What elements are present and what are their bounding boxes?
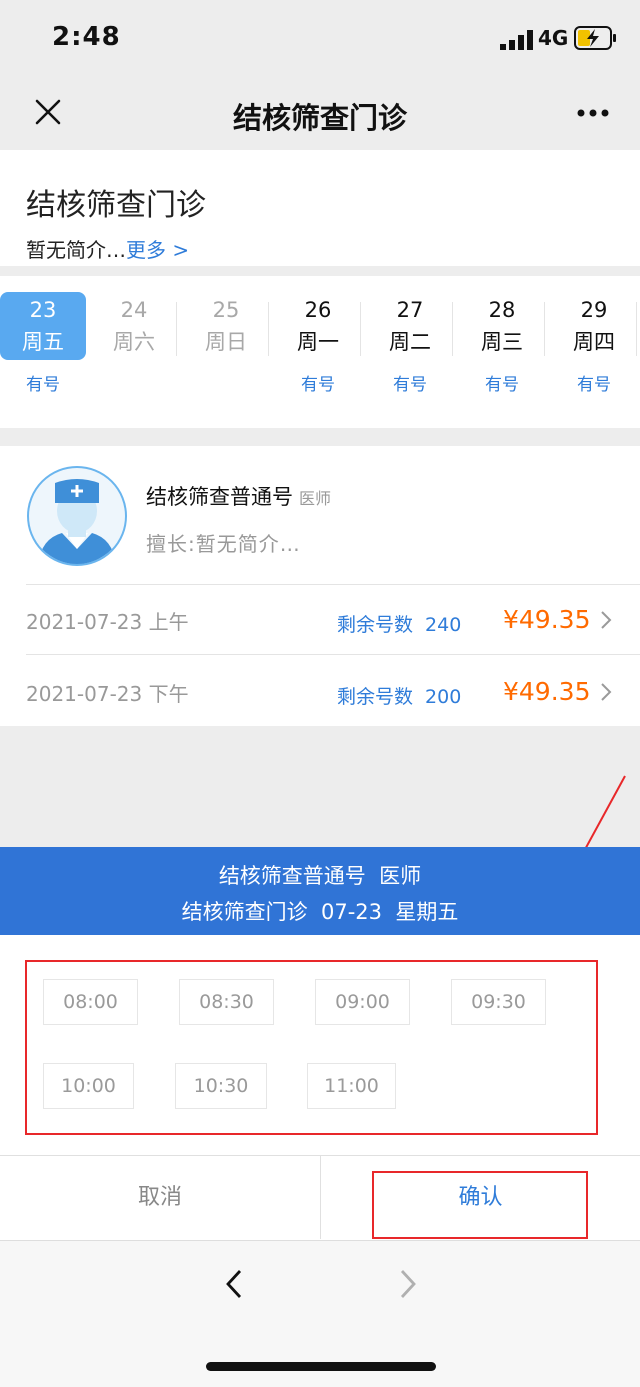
date-weekday: 周三 xyxy=(481,330,523,354)
battery-charging-icon xyxy=(574,26,616,50)
date-weekday: 周六 xyxy=(113,330,155,354)
slot-price: ¥49.35 xyxy=(503,605,591,634)
date-number: 26 xyxy=(304,298,332,322)
doctor-title: 医师 xyxy=(299,489,332,508)
confirm-highlight xyxy=(372,1171,588,1239)
divider xyxy=(268,302,269,356)
availability-label: 有号 xyxy=(577,375,611,395)
sheet-doctor-line: 结核筛查普通号 医师 xyxy=(218,864,422,888)
date-tab[interactable]: 27 周二 xyxy=(367,292,453,360)
back-arrow-icon[interactable] xyxy=(222,1268,246,1300)
slot-remaining-count: 200 xyxy=(425,686,462,708)
date-number: 27 xyxy=(396,298,424,322)
slot-remaining: 剩余号数 200 xyxy=(337,682,461,709)
more-link[interactable]: 更多 > xyxy=(126,238,189,262)
date-tab[interactable]: 28 周三 xyxy=(459,292,545,360)
time-slot-button[interactable]: 08:00 xyxy=(43,979,138,1025)
date-number: 25 xyxy=(212,298,240,322)
date-number: 28 xyxy=(488,298,516,322)
chevron-right-icon[interactable] xyxy=(600,682,612,702)
network-label: 4G xyxy=(538,26,569,50)
slot-remaining-count: 240 xyxy=(425,614,462,636)
page-title: 结核筛查门诊 xyxy=(232,101,407,135)
divider xyxy=(26,584,640,585)
cancel-button[interactable]: 取消 xyxy=(0,1156,320,1239)
date-number: 23 xyxy=(29,298,57,322)
divider xyxy=(452,302,453,356)
home-indicator xyxy=(206,1362,436,1371)
date-number: 29 xyxy=(580,298,608,322)
availability-label: 有号 xyxy=(485,375,519,395)
slot-price: ¥49.35 xyxy=(503,677,591,706)
slot-date[interactable]: 2021-07-23 上午 xyxy=(26,606,189,635)
slot-remaining-label: 剩余号数 xyxy=(337,614,414,636)
divider xyxy=(544,302,545,356)
clinic-intro: 暂无简介…更多 > xyxy=(26,234,189,263)
time-slot-button[interactable]: 09:00 xyxy=(315,979,410,1025)
doctor-avatar-icon xyxy=(27,466,127,566)
divider xyxy=(176,302,177,356)
divider xyxy=(26,654,640,655)
date-tab[interactable]: 26 周一 xyxy=(275,292,361,360)
time-slot-button[interactable]: 09:30 xyxy=(451,979,546,1025)
date-number: 24 xyxy=(120,298,148,322)
slot-remaining-label: 剩余号数 xyxy=(337,686,414,708)
date-weekday: 周日 xyxy=(205,330,247,354)
more-options-icon[interactable] xyxy=(576,108,610,118)
forward-arrow-icon[interactable] xyxy=(396,1268,420,1300)
status-time: 2:48 xyxy=(52,22,121,52)
date-tab[interactable]: 24 周六 xyxy=(91,292,177,360)
clinic-name: 结核筛查门诊 xyxy=(26,188,206,223)
date-tab[interactable]: 25 周日 xyxy=(183,292,269,360)
doctor-name-text: 结核筛查普通号 xyxy=(146,485,293,509)
time-slot-button[interactable]: 08:30 xyxy=(179,979,274,1025)
doctor-specialty: 擅长:暂无简介… xyxy=(146,532,301,556)
slot-remaining: 剩余号数 240 xyxy=(337,610,461,637)
date-weekday: 周四 xyxy=(573,330,615,354)
divider xyxy=(636,302,637,356)
divider xyxy=(360,302,361,356)
signal-icon xyxy=(500,30,533,50)
date-tab[interactable]: 29 周四 xyxy=(551,292,637,360)
time-slot-button[interactable]: 10:30 xyxy=(175,1063,267,1109)
intro-text: 暂无简介… xyxy=(26,238,126,262)
slot-date[interactable]: 2021-07-23 下午 xyxy=(26,678,189,707)
time-slot-button[interactable]: 10:00 xyxy=(43,1063,134,1109)
chevron-right-icon[interactable] xyxy=(600,610,612,630)
availability-label: 有号 xyxy=(26,375,60,395)
sheet-date-line: 结核筛查门诊 07-23 星期五 xyxy=(181,900,459,924)
date-weekday: 周二 xyxy=(389,330,431,354)
availability-label: 有号 xyxy=(393,375,427,395)
date-weekday: 周五 xyxy=(22,330,64,354)
time-slot-button[interactable]: 11:00 xyxy=(307,1063,396,1109)
date-weekday: 周一 xyxy=(297,330,339,354)
availability-label: 有号 xyxy=(301,375,335,395)
date-tab[interactable]: 23 周五 xyxy=(0,292,86,360)
doctor-name: 结核筛查普通号 医师 xyxy=(146,481,331,511)
